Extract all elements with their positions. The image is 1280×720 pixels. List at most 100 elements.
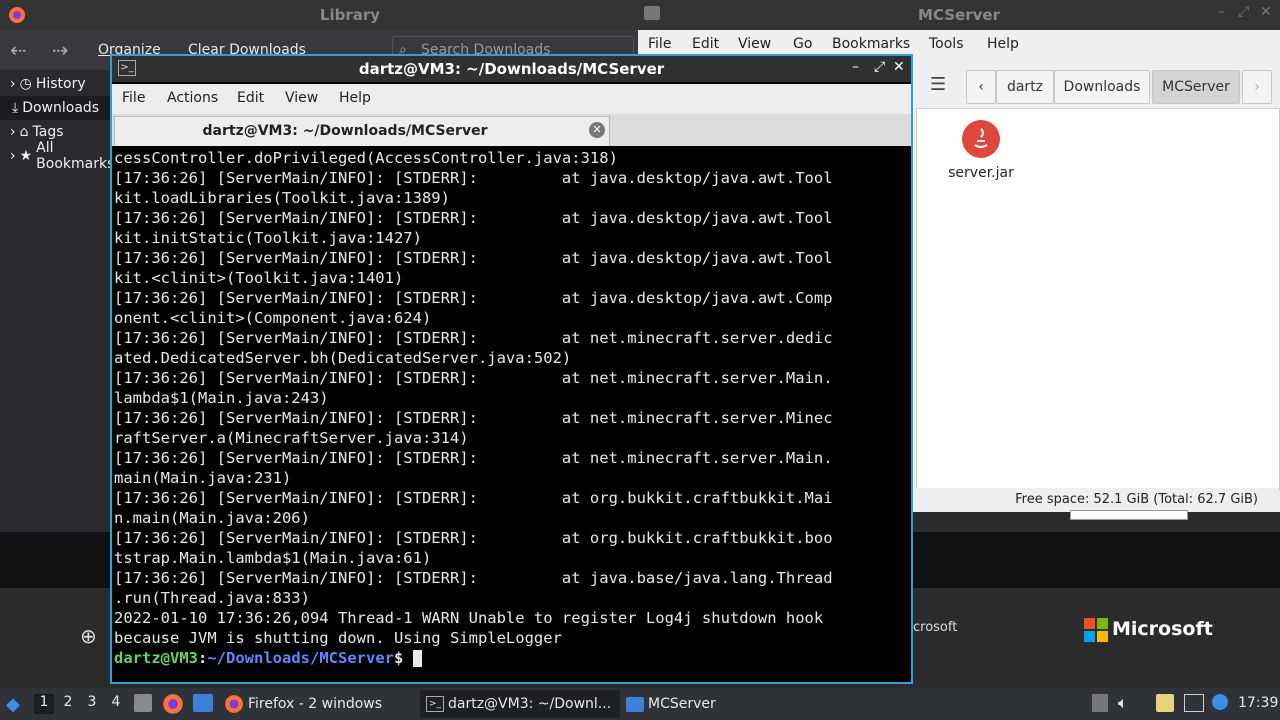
terminal-line: .run(Thread.java:833) xyxy=(114,589,310,607)
folder-icon xyxy=(626,696,644,712)
expand-arrow-icon: › xyxy=(10,148,16,164)
tray-expand-icon[interactable] xyxy=(1092,694,1108,712)
task-label: dartz@VM3: ~/Downl... xyxy=(448,696,612,712)
workspace-2[interactable]: 2 xyxy=(58,694,78,714)
close-icon[interactable]: ✕ xyxy=(893,59,905,75)
terminal-icon: >_ xyxy=(426,696,444,712)
microsoft-label: Microsoft xyxy=(1112,618,1213,640)
workspace-4[interactable]: 4 xyxy=(106,694,126,714)
notification-icon[interactable] xyxy=(1212,694,1228,710)
terminal-window: >_ dartz@VM3: ~/Downloads/MCServer – ⤢ ✕… xyxy=(110,54,913,684)
task-terminal[interactable]: >_ dartz@VM3: ~/Downl... xyxy=(420,690,620,718)
menu-edit[interactable]: Edit xyxy=(692,36,719,52)
clipboard-icon[interactable] xyxy=(1156,694,1174,712)
terminal-menubar: File Actions Edit View Help xyxy=(112,84,911,114)
start-menu-icon[interactable]: ◆ xyxy=(6,694,20,715)
path-segment-mcserver[interactable]: MCServer xyxy=(1152,70,1240,104)
file-item-server-jar[interactable]: server.jar xyxy=(939,115,1023,185)
terminal-line: kit.<clinit>(Toolkit.java:1401) xyxy=(114,269,404,287)
prompt-path: ~/Downloads/MCServer xyxy=(207,649,394,667)
firefox-icon xyxy=(225,695,243,713)
desktop-launcher-icon[interactable] xyxy=(193,694,213,712)
path-forward-button[interactable]: › xyxy=(1242,70,1272,104)
terminal-tabbar: dartz@VM3: ~/Downloads/MCServer ✕ xyxy=(112,114,911,146)
workspace-1[interactable]: 1 xyxy=(34,694,54,714)
list-view-icon[interactable]: ☰ xyxy=(930,74,946,95)
close-icon[interactable]: ✕ xyxy=(1260,4,1272,20)
back-arrow-icon[interactable]: ⇠ xyxy=(10,38,27,62)
workspace-3[interactable]: 3 xyxy=(82,694,102,714)
terminal-lines: cessController.doPrivileged(AccessContro… xyxy=(114,148,833,648)
terminal-line: [17:36:26] [ServerMain/INFO]: [STDERR]: … xyxy=(114,369,833,387)
menu-view[interactable]: View xyxy=(738,36,771,52)
path-segment-dartz[interactable]: dartz xyxy=(996,70,1054,104)
terminal-line: [17:36:26] [ServerMain/INFO]: [STDERR]: … xyxy=(114,449,833,467)
terminal-line: [17:36:26] [ServerMain/INFO]: [STDERR]: … xyxy=(114,209,833,227)
clock-icon: ◷ xyxy=(19,76,32,92)
terminal-line: 2022-01-10 17:36:26,094 Thread-1 WARN Un… xyxy=(114,609,824,627)
menu-file[interactable]: File xyxy=(122,90,145,106)
file-manager-title: MCServer xyxy=(918,6,1000,24)
sidebar-item-label: Tags xyxy=(32,124,64,140)
clock[interactable]: 17:39 xyxy=(1238,695,1278,711)
library-sidebar: › ◷ History ⤓ Downloads › ⌂ Tags › ★ All… xyxy=(0,70,114,532)
maximize-icon[interactable]: ⤢ xyxy=(1238,4,1249,20)
menu-help[interactable]: Help xyxy=(987,36,1019,52)
prompt-symbol: $ xyxy=(393,649,404,667)
terminal-line: kit.loadLibraries(Toolkit.java:1389) xyxy=(114,189,450,207)
taskbar: ◆ 1 2 3 4 Firefox - 2 windows >_ dartz@V… xyxy=(0,688,1280,720)
minimize-icon[interactable]: – xyxy=(852,59,859,75)
terminal-line: tstrap.Main.lambda$1(Main.java:61) xyxy=(114,549,432,567)
tab-label: dartz@VM3: ~/Downloads/MCServer xyxy=(202,123,488,139)
path-back-button[interactable]: ‹ xyxy=(966,70,996,104)
menu-help[interactable]: Help xyxy=(339,90,371,106)
sidebar-item-label: History xyxy=(35,76,86,92)
star-icon: ★ xyxy=(19,148,33,164)
expand-arrow-icon: › xyxy=(10,76,16,92)
terminal-output[interactable]: cessController.doPrivileged(AccessContro… xyxy=(112,146,911,682)
firefox-launcher-icon[interactable] xyxy=(162,693,184,719)
tag-icon: ⌂ xyxy=(19,124,29,140)
file-list: server.jar xyxy=(916,108,1280,490)
file-name: server.jar xyxy=(948,165,1014,181)
microsoft-logo-icon xyxy=(1084,618,1108,642)
prompt-user: dartz@VM3 xyxy=(114,649,198,667)
terminal-line: [17:36:26] [ServerMain/INFO]: [STDERR]: … xyxy=(114,569,833,587)
file-manager-titlebar: MCServer – ⤢ ✕ xyxy=(638,0,1280,30)
desktop-partial-text: crosoft xyxy=(913,620,958,635)
tab-terminal[interactable]: dartz@VM3: ~/Downloads/MCServer ✕ xyxy=(114,116,610,146)
file-manager-statusbar: Free space: 52.1 GiB (Total: 62.7 GiB) xyxy=(916,488,1278,512)
sidebar-item-history[interactable]: › ◷ History xyxy=(10,72,86,96)
menu-file[interactable]: File xyxy=(648,36,671,52)
path-segment-downloads[interactable]: Downloads xyxy=(1054,70,1150,104)
menu-edit[interactable]: Edit xyxy=(237,90,264,106)
menu-actions[interactable]: Actions xyxy=(167,90,218,106)
globe-icon: ⊕ xyxy=(80,624,97,648)
terminal-line: main(Main.java:231) xyxy=(114,469,292,487)
task-label: Firefox - 2 windows xyxy=(248,696,383,712)
library-title: Library xyxy=(319,6,381,24)
volume-icon[interactable]: 🔈︎ xyxy=(1118,693,1128,713)
terminal-line: cessController.doPrivileged(AccessContro… xyxy=(114,149,618,167)
menu-go[interactable]: Go xyxy=(793,36,812,52)
close-tab-icon[interactable]: ✕ xyxy=(589,122,605,138)
maximize-icon[interactable]: ⤢ xyxy=(874,59,885,75)
terminal-line: [17:36:26] [ServerMain/INFO]: [STDERR]: … xyxy=(114,329,833,347)
task-label: MCServer xyxy=(648,696,716,712)
sidebar-item-all-bookmarks[interactable]: › ★ All Bookmarks xyxy=(10,140,114,172)
minimize-icon[interactable]: – xyxy=(1218,4,1225,20)
task-mcserver[interactable]: MCServer xyxy=(626,690,746,718)
sidebar-item-label: Downloads xyxy=(22,100,100,116)
forward-arrow-icon[interactable]: ⇢ xyxy=(52,38,69,62)
menu-view[interactable]: View xyxy=(285,90,318,106)
sidebar-item-label: All Bookmarks xyxy=(36,140,115,172)
menu-tools[interactable]: Tools xyxy=(929,36,964,52)
network-icon[interactable] xyxy=(1184,694,1204,712)
terminal-line: n.main(Main.java:206) xyxy=(114,509,310,527)
menu-bookmarks[interactable]: Bookmarks xyxy=(832,36,910,52)
file-manager-launcher-icon[interactable] xyxy=(134,694,152,712)
sidebar-item-downloads[interactable]: ⤓ Downloads xyxy=(0,96,112,120)
task-firefox[interactable]: Firefox - 2 windows xyxy=(224,690,414,718)
terminal-line: ated.DedicatedServer.bh(DedicatedServer.… xyxy=(114,349,572,367)
expand-arrow-icon: › xyxy=(10,124,16,140)
